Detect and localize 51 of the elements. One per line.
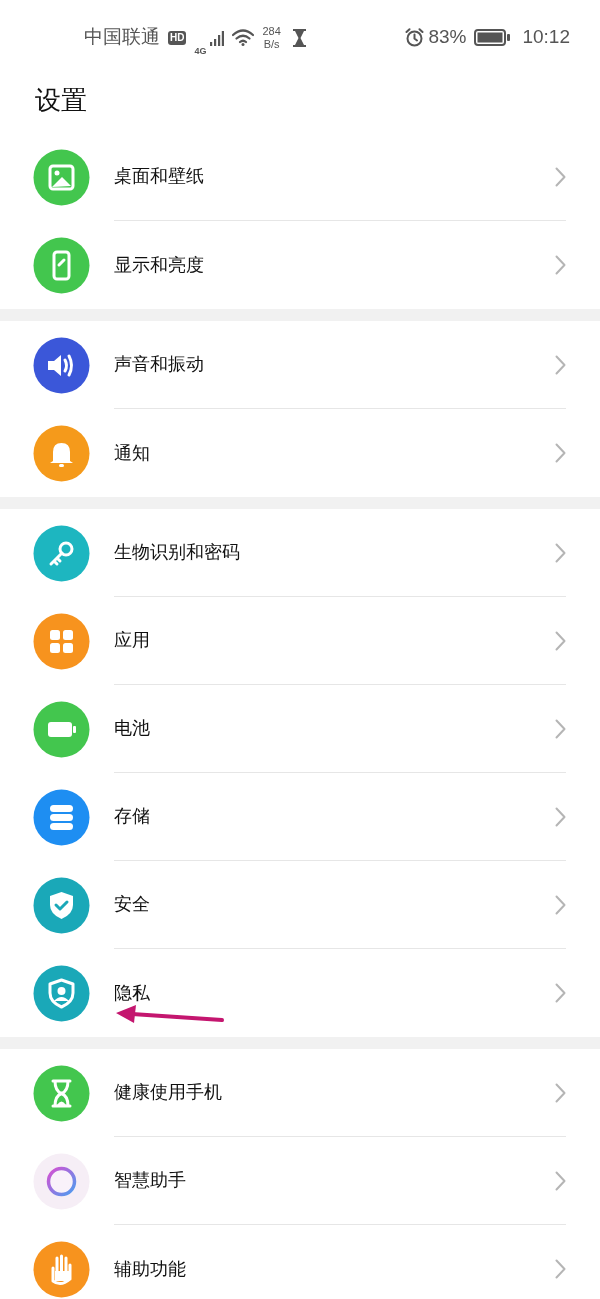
settings-item[interactable]: 声音和振动: [0, 321, 600, 409]
speed-unit: B/s: [262, 37, 281, 51]
hourglass-icon: [33, 1064, 90, 1122]
storage-icon: [33, 788, 90, 846]
page-title: 设置: [34, 84, 88, 117]
chevron-right-icon: [555, 894, 566, 915]
chevron-right-icon: [555, 354, 566, 375]
chevron-right-icon: [555, 1259, 566, 1279]
shield-check-icon: [33, 876, 90, 934]
hourglass-icon: [292, 28, 306, 47]
settings-item[interactable]: 隐私: [0, 949, 600, 1037]
chevron-right-icon: [555, 1082, 566, 1103]
settings-item[interactable]: 通知: [0, 409, 600, 497]
settings-item[interactable]: 电池: [0, 685, 600, 773]
speaker-icon: [33, 336, 90, 394]
ring-icon: [33, 1152, 90, 1210]
phone-icon: [33, 236, 90, 294]
chevron-right-icon: [555, 806, 566, 827]
carrier-name: 中国联通: [84, 25, 160, 50]
battery-icon: [474, 29, 511, 46]
settings-item[interactable]: 安全: [0, 861, 600, 949]
image-icon: [33, 148, 90, 206]
settings-item[interactable]: 存储: [0, 773, 600, 861]
chevron-right-icon: [555, 542, 566, 563]
settings-item[interactable]: 显示和亮度: [0, 221, 600, 309]
battery-icon: [33, 700, 90, 758]
chevron-right-icon: [555, 255, 566, 275]
chevron-right-icon: [555, 1170, 566, 1191]
wifi-icon: [232, 29, 255, 46]
key-icon: [33, 524, 90, 582]
settings-item[interactable]: 智慧助手: [0, 1137, 600, 1225]
signal-icon: [210, 29, 225, 46]
network-type: 4G: [194, 45, 207, 56]
chevron-right-icon: [555, 718, 566, 739]
bell-icon: [33, 424, 90, 482]
settings-item[interactable]: 健康使用手机: [0, 1049, 600, 1137]
chevron-right-icon: [555, 443, 566, 463]
settings-item[interactable]: 辅助功能: [0, 1225, 600, 1299]
chevron-right-icon: [555, 983, 566, 1003]
clock-time: 10:12: [522, 25, 570, 50]
alarm-icon: [405, 28, 425, 47]
shield-person-icon: [33, 964, 90, 1022]
speed-value: 284: [262, 24, 281, 38]
grid-icon: [33, 612, 90, 670]
chevron-right-icon: [555, 630, 566, 651]
chevron-right-icon: [555, 166, 566, 187]
settings-item[interactable]: 应用: [0, 597, 600, 685]
settings-item[interactable]: 生物识别和密码: [0, 509, 600, 597]
battery-percent: 83%: [428, 25, 467, 50]
hd-indicator: HD: [168, 30, 187, 45]
settings-item[interactable]: 桌面和壁纸: [0, 133, 600, 221]
